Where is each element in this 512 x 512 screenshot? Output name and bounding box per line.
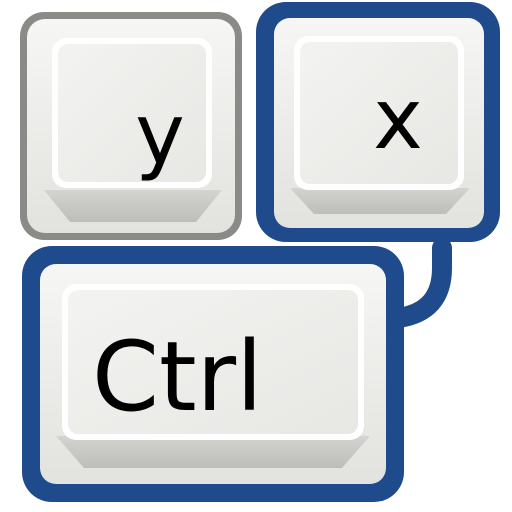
keyboard-shortcut-icon: y x Ctrl — [0, 0, 512, 512]
key-x: x — [256, 2, 500, 242]
key-x-label: x — [373, 70, 423, 168]
keyboard-keys-illustration: y x Ctrl — [20, 2, 500, 502]
key-ctrl-label: Ctrl — [92, 321, 263, 433]
key-y: y — [20, 12, 242, 240]
key-ctrl: Ctrl — [22, 246, 404, 502]
key-y-label: y — [135, 85, 185, 183]
connector-icon — [388, 238, 452, 328]
